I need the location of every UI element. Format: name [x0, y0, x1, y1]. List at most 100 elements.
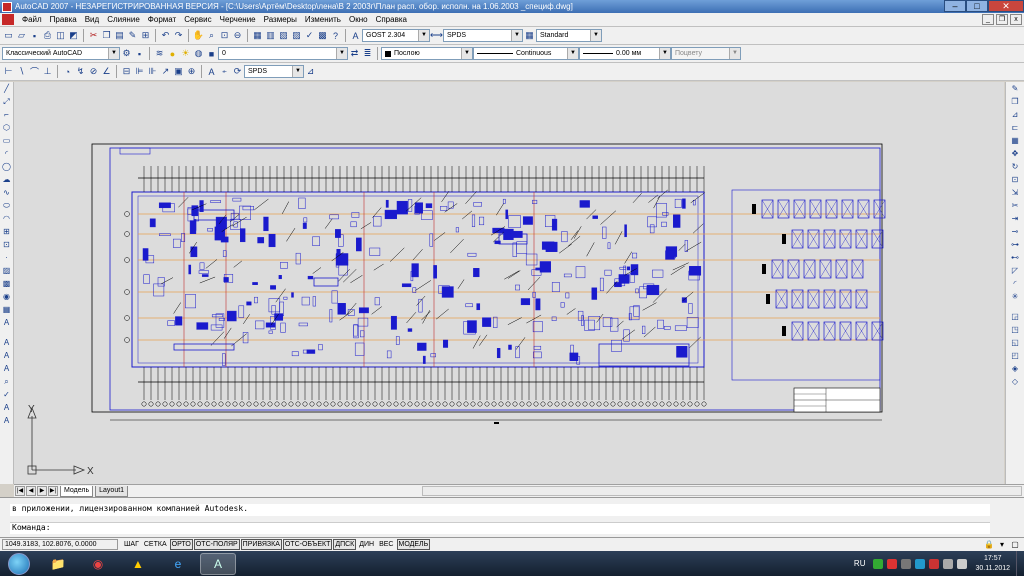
table-style-select[interactable]: Standard ▼	[536, 29, 602, 42]
prev-tab-button[interactable]: ◀	[26, 486, 36, 496]
publish-icon[interactable]: ◩	[68, 30, 79, 42]
center-mark-icon[interactable]: ⊕	[186, 66, 197, 78]
chrome-taskbar-icon[interactable]: ◉	[80, 553, 116, 575]
dim-update-icon[interactable]: ⟳	[232, 66, 243, 78]
plot-preview-icon[interactable]: ◫	[55, 30, 66, 42]
model-toggle[interactable]: МОДЕЛЬ	[396, 539, 431, 550]
ie-taskbar-icon[interactable]: e	[160, 553, 196, 575]
maximize-button[interactable]: □	[966, 0, 988, 12]
make-block-icon[interactable]: ⊡	[1, 239, 12, 250]
array-icon[interactable]: ▦	[1010, 135, 1021, 146]
rectangle-icon[interactable]: ▭	[1, 135, 12, 146]
dyn-toggle[interactable]: ДИН	[357, 539, 376, 550]
snap-intersection-icon[interactable]: ◱	[1010, 337, 1021, 348]
cut-icon[interactable]: ✂	[88, 30, 99, 42]
command-input[interactable]: Команда:	[10, 522, 990, 534]
doc-minimize-button[interactable]: _	[982, 14, 994, 25]
start-button[interactable]	[8, 552, 30, 575]
text-style-alt-icon[interactable]: A	[1, 350, 12, 361]
text-icon[interactable]: A	[1, 337, 12, 348]
snap-center-icon[interactable]: ◰	[1010, 350, 1021, 361]
insert-block-icon[interactable]: ⊞	[1, 226, 12, 237]
ellipse-icon[interactable]: ⬭	[1, 200, 12, 211]
close-button[interactable]: ✕	[988, 0, 1024, 12]
annotation-icon[interactable]: ▾	[997, 540, 1007, 550]
region-icon[interactable]: ◉	[1, 291, 12, 302]
lineweight-select[interactable]: 0.00 мм ▼	[579, 47, 671, 60]
snap-tangent-icon[interactable]: ◇	[1010, 376, 1021, 387]
point-icon[interactable]: ·	[1, 252, 12, 263]
workspace-settings-icon[interactable]: ⚙	[121, 48, 132, 60]
make-layer-current-icon[interactable]: ⇄	[349, 48, 360, 60]
menu-format[interactable]: Формат	[144, 15, 180, 24]
multiline-text-icon[interactable]: A	[1, 317, 12, 328]
arc-icon[interactable]: ◜	[1, 148, 12, 159]
dim-style-select[interactable]: SPDS ▼	[443, 29, 523, 42]
tab-model[interactable]: Модель	[60, 485, 94, 497]
gradient-icon[interactable]: ▩	[1, 278, 12, 289]
pan-icon[interactable]: ✋	[193, 30, 204, 42]
match-properties-icon[interactable]: ✎	[127, 30, 138, 42]
tab-layout1[interactable]: Layout1	[95, 485, 129, 497]
move-icon[interactable]: ✥	[1010, 148, 1021, 159]
menu-modify[interactable]: Изменить	[301, 15, 345, 24]
paste-icon[interactable]: ▤	[114, 30, 125, 42]
menu-view[interactable]: Вид	[81, 15, 103, 24]
polar-toggle[interactable]: ОТС-ПОЛЯР	[193, 539, 240, 550]
next-tab-button[interactable]: ▶	[37, 486, 47, 496]
layer-manager-icon[interactable]: ≋	[154, 48, 165, 60]
autocad-taskbar-icon[interactable]: A	[200, 552, 236, 575]
new-file-icon[interactable]: ▭	[3, 30, 14, 42]
calculator-icon[interactable]: ▩	[317, 30, 328, 42]
text-justify-icon[interactable]: A	[1, 415, 12, 426]
trim-icon[interactable]: ✂	[1010, 200, 1021, 211]
layer-previous-icon[interactable]: ≣	[362, 48, 373, 60]
print-icon[interactable]: ⎙	[42, 30, 53, 42]
explode-icon[interactable]: ✳	[1010, 291, 1021, 302]
doc-restore-button[interactable]: ❐	[996, 14, 1008, 25]
rotate-icon[interactable]: ↻	[1010, 161, 1021, 172]
minimize-button[interactable]: –	[944, 0, 966, 12]
snap-toggle[interactable]: ШАГ	[122, 539, 141, 550]
alcohol-taskbar-icon[interactable]: ▲	[120, 553, 156, 575]
construction-line-icon[interactable]: ⤢	[1, 96, 12, 107]
dim-continue-icon[interactable]: ⊪	[147, 66, 158, 78]
markup-icon[interactable]: ✓	[304, 30, 315, 42]
dim-linear-icon[interactable]: ⊢	[3, 66, 14, 78]
chamfer-icon[interactable]: ◸	[1010, 265, 1021, 276]
snap-quadrant-icon[interactable]: ◈	[1010, 363, 1021, 374]
extend-icon[interactable]: ⇥	[1010, 213, 1021, 224]
dim-style-manager-icon[interactable]: ⊿	[305, 66, 316, 78]
offset-icon[interactable]: ⊏	[1010, 122, 1021, 133]
fillet-icon[interactable]: ◜	[1010, 278, 1021, 289]
copy-object-icon[interactable]: ❐	[1010, 96, 1021, 107]
volume-icon[interactable]	[957, 558, 968, 569]
mirror-icon[interactable]: ⊿	[1010, 109, 1021, 120]
ortho-toggle[interactable]: ОРТО	[169, 539, 193, 550]
dim-ordinate-icon[interactable]: ⊥	[42, 66, 53, 78]
first-tab-button[interactable]: |◀	[15, 486, 25, 496]
dim-diameter-icon[interactable]: ⊘	[88, 66, 99, 78]
undo-icon[interactable]: ↶	[160, 30, 171, 42]
copy-icon[interactable]: ❐	[101, 30, 112, 42]
menu-merge[interactable]: Слияние	[103, 15, 144, 24]
dim-text-edit-icon[interactable]: ⍅	[219, 66, 230, 78]
menu-window[interactable]: Окно	[345, 15, 372, 24]
workspace-select[interactable]: Классический AutoCAD ▼	[2, 47, 120, 60]
open-file-icon[interactable]: ▱	[16, 30, 27, 42]
stretch-icon[interactable]: ⇲	[1010, 187, 1021, 198]
snap-endpoint-icon[interactable]: ◲	[1010, 311, 1021, 322]
snap-midpoint-icon[interactable]: ◳	[1010, 324, 1021, 335]
dim-baseline-icon[interactable]: ⊫	[134, 66, 145, 78]
document-icon[interactable]	[2, 14, 14, 25]
doc-close-button[interactable]: x	[1010, 14, 1022, 25]
tray-app-icon[interactable]	[873, 558, 884, 569]
text-edit-icon[interactable]: A	[1, 363, 12, 374]
hatch-icon[interactable]: ▨	[1, 265, 12, 276]
help-icon[interactable]: ?	[330, 30, 341, 42]
ellipse-arc-icon[interactable]: ◠	[1, 213, 12, 224]
grid-toggle[interactable]: СЕТКА	[142, 539, 169, 550]
layer-select[interactable]: 0 ▼	[218, 47, 348, 60]
last-tab-button[interactable]: ▶|	[48, 486, 58, 496]
redo-icon[interactable]: ↷	[173, 30, 184, 42]
